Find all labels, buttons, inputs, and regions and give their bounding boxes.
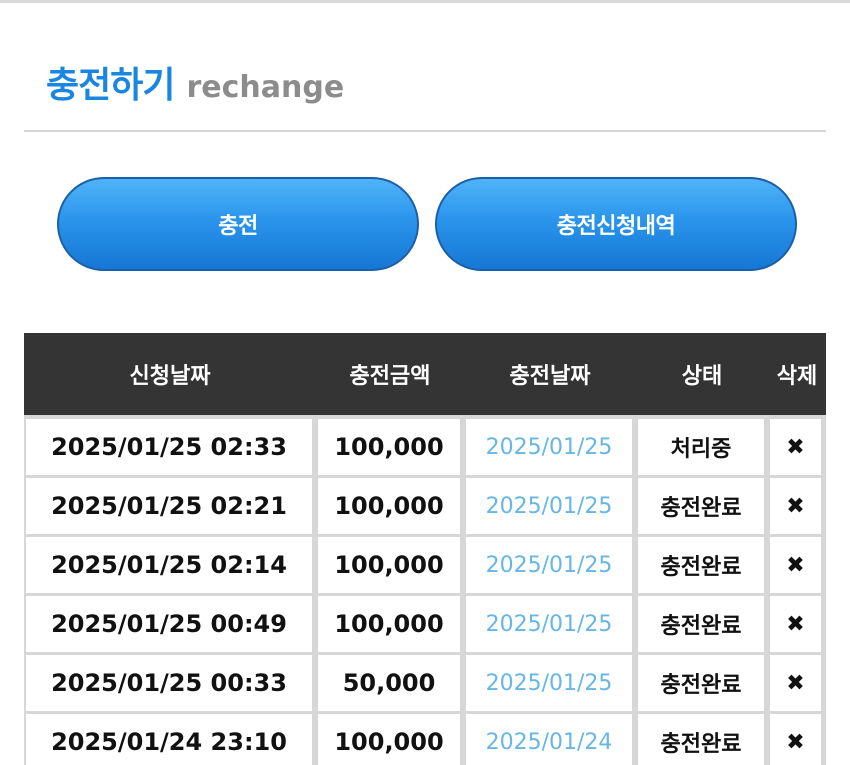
status-cell: 충전완료 <box>638 537 764 593</box>
request-date-cell: 2025/01/25 02:21 <box>26 478 312 534</box>
status-cell: 충전완료 <box>638 596 764 652</box>
status-cell: 충전완료 <box>638 478 764 534</box>
delete-icon[interactable]: ✖ <box>770 596 821 652</box>
page-header: 충전하기 rechange <box>46 56 344 106</box>
amount-cell: 100,000 <box>318 419 460 475</box>
charge-history-table: 신청날짜 충전금액 충전날짜 상태 삭제 2025/01/25 02:33 10… <box>24 333 826 765</box>
column-header-charge-date: 충전날짜 <box>509 364 591 389</box>
table-row: 2025/01/25 02:21 100,000 2025/01/25 충전완료… <box>24 476 826 535</box>
status-cell: 충전완료 <box>638 655 764 711</box>
table-row: 2025/01/25 02:14 100,000 2025/01/25 충전완료… <box>24 535 826 594</box>
header-divider <box>24 130 826 132</box>
table-body: 2025/01/25 02:33 100,000 2025/01/25 처리중 … <box>24 415 826 765</box>
table-row: 2025/01/25 00:33 50,000 2025/01/25 충전완료 … <box>24 653 826 712</box>
charge-date-cell: 2025/01/24 <box>466 714 632 765</box>
amount-cell: 100,000 <box>318 714 460 765</box>
charge-date-cell: 2025/01/25 <box>466 596 632 652</box>
charge-button[interactable]: 충전 <box>57 177 419 271</box>
request-date-cell: 2025/01/24 23:10 <box>26 714 312 765</box>
column-header-status: 상태 <box>681 364 723 389</box>
request-date-cell: 2025/01/25 00:33 <box>26 655 312 711</box>
amount-cell: 100,000 <box>318 596 460 652</box>
charge-date-cell: 2025/01/25 <box>466 478 632 534</box>
charge-date-cell: 2025/01/25 <box>466 655 632 711</box>
request-date-cell: 2025/01/25 02:14 <box>26 537 312 593</box>
amount-cell: 100,000 <box>318 537 460 593</box>
table-row: 2025/01/25 02:33 100,000 2025/01/25 처리중 … <box>24 417 826 476</box>
request-date-cell: 2025/01/25 02:33 <box>26 419 312 475</box>
delete-icon[interactable]: ✖ <box>770 655 821 711</box>
delete-icon[interactable]: ✖ <box>770 419 821 475</box>
status-cell: 처리중 <box>638 419 764 475</box>
table-header: 신청날짜 충전금액 충전날짜 상태 삭제 <box>24 333 826 415</box>
request-date-cell: 2025/01/25 00:49 <box>26 596 312 652</box>
amount-cell: 100,000 <box>318 478 460 534</box>
page-title: 충전하기 <box>46 65 175 106</box>
charge-date-cell: 2025/01/25 <box>466 419 632 475</box>
charge-date-cell: 2025/01/25 <box>466 537 632 593</box>
page-subtitle: rechange <box>186 70 345 105</box>
table-row: 2025/01/25 00:49 100,000 2025/01/25 충전완료… <box>24 594 826 653</box>
status-cell: 충전완료 <box>638 714 764 765</box>
delete-icon[interactable]: ✖ <box>770 714 821 765</box>
amount-cell: 50,000 <box>318 655 460 711</box>
top-border <box>0 0 850 3</box>
charge-history-button[interactable]: 충전신청내역 <box>435 177 797 271</box>
delete-icon[interactable]: ✖ <box>770 537 821 593</box>
column-header-request-date: 신청날짜 <box>129 364 211 389</box>
column-header-amount: 충전금액 <box>349 364 431 389</box>
column-header-delete: 삭제 <box>776 364 818 389</box>
delete-icon[interactable]: ✖ <box>770 478 821 534</box>
table-row: 2025/01/24 23:10 100,000 2025/01/24 충전완료… <box>24 712 826 765</box>
